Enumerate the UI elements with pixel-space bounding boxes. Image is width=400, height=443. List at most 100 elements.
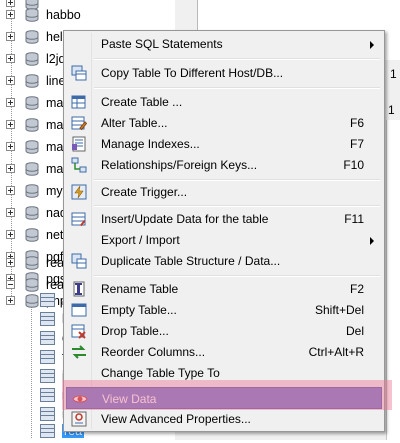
insert-data-icon [71,212,86,227]
menu-item-duplicate-table[interactable]: Duplicate Table Structure / Data... [66,250,382,272]
database-icon [25,52,39,66]
tree-connector-children [31,298,32,438]
create-table-icon [71,95,86,109]
menu-item-empty-table[interactable]: Empty Table... Shift+Del [66,299,382,321]
database-icon [25,8,39,22]
tree-db-label: habbo [46,8,81,22]
expand-icon[interactable] [6,258,15,267]
menu-item-shortcut: Del [345,324,364,338]
database-icon [25,162,39,176]
menu-item-label: Drop Table... [101,324,169,338]
relationships-icon [71,157,87,173]
table-icon [40,312,55,326]
menu-item-relationships[interactable]: Relationships/Foreign Keys... F10 [66,154,382,176]
tree-db-row[interactable]: habbo [0,5,175,27]
menu-item-view-data[interactable]: View Data [66,387,382,409]
properties-icon [71,411,87,427]
drop-table-icon [71,324,86,339]
table-icon [40,424,55,438]
database-icon [25,228,39,242]
expand-icon[interactable] [6,164,15,173]
menu-item-shortcut: F10 [343,158,364,172]
table-icon [40,350,55,364]
line-number: 1 [388,103,395,117]
expand-icon[interactable] [6,76,15,85]
menu-item-rename-table[interactable]: Rename Table F2 [66,278,382,300]
context-menu: Paste SQL Statements Copy Table To Diffe… [63,30,385,432]
menu-item-copy-table[interactable]: Copy Table To Different Host/DB... [66,62,382,84]
duplicate-table-icon [71,253,87,269]
menu-item-alter-table[interactable]: Alter Table... F6 [66,112,382,134]
submenu-arrow-icon [370,41,374,49]
trigger-icon [71,184,87,200]
expand-icon[interactable] [6,230,15,239]
menu-item-label: View Advanced Properties... [101,412,251,426]
menu-item-paste-sql[interactable]: Paste SQL Statements [66,33,382,55]
table-icon [40,407,55,421]
expand-icon[interactable] [6,142,15,151]
menu-item-label: Create Trigger... [101,185,188,199]
menu-item-insert-update-data[interactable]: Insert/Update Data for the table F11 [66,208,382,230]
menu-separator [94,87,380,89]
database-icon [25,256,39,270]
reorder-icon [72,345,86,359]
expand-icon[interactable] [6,208,15,217]
menu-item-create-trigger[interactable]: Create Trigger... [66,181,382,203]
scroll-strip[interactable] [386,120,400,440]
expand-icon[interactable] [6,98,15,107]
menu-item-label: Rename Table [101,282,179,296]
database-icon [25,206,39,220]
menu-separator [94,275,380,277]
table-icon [40,369,55,383]
menu-item-shortcut: F2 [349,282,364,296]
alter-table-icon [71,116,87,131]
database-icon [25,30,39,44]
menu-item-label: Change Table Type To [101,366,220,380]
menu-item-label: Empty Table... [101,303,177,317]
expand-icon[interactable] [6,120,15,129]
menu-item-export-import[interactable]: Export / Import [66,229,382,251]
menu-item-label: Export / Import [101,233,180,247]
menu-item-label: Manage Indexes... [101,137,200,151]
database-icon [25,96,39,110]
copy-table-icon [71,65,87,81]
line-number: 1 [390,67,397,81]
table-icon [40,331,55,345]
menu-item-label: Duplicate Table Structure / Data... [101,254,281,268]
menu-item-label: Insert/Update Data for the table [101,212,269,226]
indexes-icon [72,136,86,152]
menu-item-change-table-type[interactable]: Change Table Type To [66,362,382,384]
menu-item-label: Paste SQL Statements [101,37,223,51]
menu-item-label: Relationships/Foreign Keys... [101,158,258,172]
view-data-icon [72,395,88,403]
menu-item-shortcut: Shift+Del [314,303,364,317]
menu-item-reorder-columns[interactable]: Reorder Columns... Ctrl+Alt+R [66,341,382,363]
expand-icon[interactable] [6,32,15,41]
menu-item-create-table[interactable]: Create Table ... [66,91,382,113]
menu-item-label: Alter Table... [101,116,168,130]
menu-item-drop-table[interactable]: Drop Table... Del [66,320,382,342]
empty-table-icon [71,303,87,317]
menu-item-shortcut: F11 [344,212,364,226]
menu-item-view-advanced-properties[interactable]: View Advanced Properties... [66,408,382,430]
menu-item-manage-indexes[interactable]: Manage Indexes... F7 [66,133,382,155]
database-icon [25,74,39,88]
menu-item-shortcut: F6 [349,116,364,130]
expand-icon[interactable] [6,186,15,195]
expand-icon[interactable] [6,54,15,63]
menu-separator [94,58,380,60]
collapse-icon[interactable] [6,280,15,289]
expand-icon[interactable] [6,10,15,19]
submenu-arrow-icon [370,237,374,245]
expand-icon[interactable] [6,296,15,305]
table-icon [40,388,55,402]
database-icon [25,278,39,292]
menu-item-label: Create Table ... [101,95,183,109]
database-icon [25,140,39,154]
database-icon [25,118,39,132]
menu-item-shortcut: F7 [349,137,364,151]
menu-separator [94,205,380,207]
menu-item-label: Copy Table To Different Host/DB... [101,66,284,80]
database-icon [25,184,39,198]
table-icon [40,293,55,307]
